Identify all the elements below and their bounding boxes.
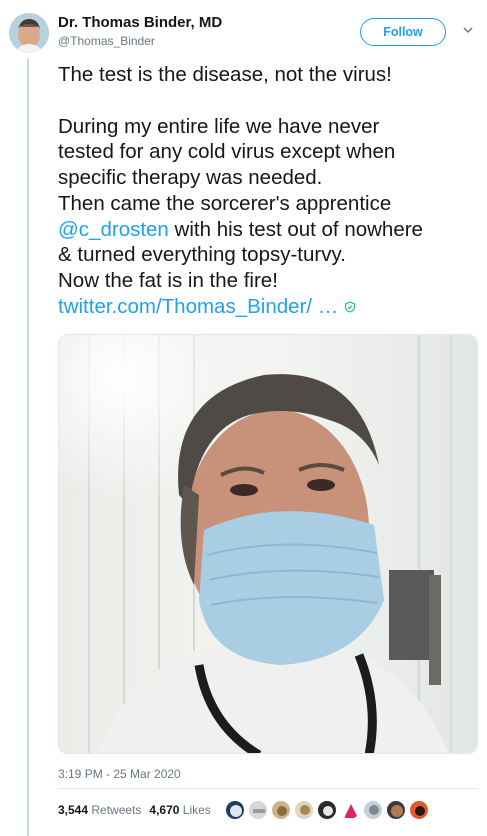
liker-avatar[interactable] <box>386 800 406 820</box>
retweets-count: 3,544 <box>58 803 89 817</box>
liker-avatar[interactable] <box>317 800 337 820</box>
tweet-photo[interactable] <box>58 334 478 754</box>
tweet-line: twitter.com/Thomas_Binder/ … <box>58 294 483 320</box>
divider <box>58 788 478 789</box>
tweet-line: & turned everything topsy-turvy. <box>58 243 346 267</box>
tweet-line: Then came the sorcerer's apprentice <box>58 191 392 215</box>
retweets-label: Retweets <box>91 803 142 817</box>
tweet-line: Now the fat is in the fire! <box>58 268 278 292</box>
likes-label: Likes <box>182 803 211 817</box>
liker-avatar[interactable] <box>340 800 360 820</box>
avatar[interactable] <box>9 13 49 53</box>
tweet-line: @c_drosten with his test out of nowhere <box>58 217 483 243</box>
tweet-line: tested for any cold virus except when <box>58 140 396 164</box>
liker-avatar[interactable] <box>248 800 268 820</box>
author-name[interactable]: Dr. Thomas Binder, MD <box>58 14 222 31</box>
tweet-stats: 3,544 Retweets 4,670 Likes <box>58 803 211 817</box>
follow-button[interactable]: Follow <box>360 18 446 46</box>
likes-stat[interactable]: 4,670 Likes <box>149 803 210 817</box>
likes-count: 4,670 <box>149 803 180 817</box>
tweet-line: The test is the disease, not the virus! <box>58 63 392 86</box>
mention-link[interactable]: @c_drosten <box>58 218 169 241</box>
liker-avatars <box>225 800 429 820</box>
liker-avatar[interactable] <box>294 800 314 820</box>
author-handle[interactable]: @Thomas_Binder <box>58 34 155 48</box>
tweet-timestamp[interactable]: 3:19 PM - 25 Mar 2020 <box>58 767 181 781</box>
liker-avatar[interactable] <box>271 800 291 820</box>
chevron-down-icon[interactable] <box>462 24 474 36</box>
tweet-line: During my entire life we have never <box>58 114 380 138</box>
shield-check-icon <box>345 301 356 313</box>
liker-avatar[interactable] <box>225 800 245 820</box>
tweet-text: The test is the disease, not the virus! … <box>58 62 483 319</box>
liker-avatar[interactable] <box>409 800 429 820</box>
thread-line <box>27 58 29 836</box>
tweet-line-rest: with his test out of nowhere <box>168 217 423 241</box>
tweet-link[interactable]: twitter.com/Thomas_Binder/ … <box>58 295 338 318</box>
tweet-line: specific therapy was needed. <box>58 166 323 190</box>
liker-avatar[interactable] <box>363 800 383 820</box>
retweets-stat[interactable]: 3,544 Retweets <box>58 803 141 817</box>
